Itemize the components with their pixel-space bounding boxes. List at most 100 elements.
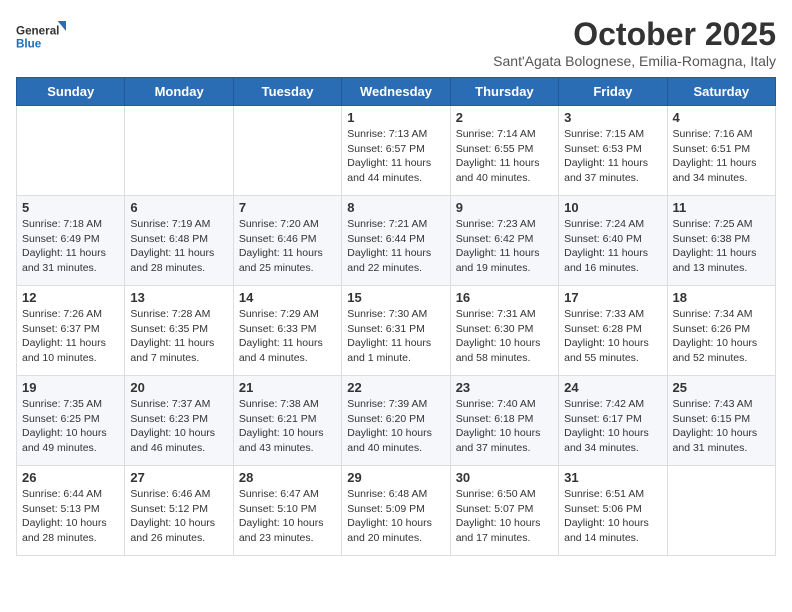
cell-daylight-info: Sunrise: 6:51 AM Sunset: 5:06 PM Dayligh… <box>564 487 661 546</box>
weekday-header: Sunday <box>17 78 125 106</box>
logo: General Blue <box>16 16 66 56</box>
cell-daylight-info: Sunrise: 7:38 AM Sunset: 6:21 PM Dayligh… <box>239 397 336 456</box>
weekday-header: Thursday <box>450 78 558 106</box>
cell-daylight-info: Sunrise: 7:20 AM Sunset: 6:46 PM Dayligh… <box>239 217 336 276</box>
calendar-cell: 28Sunrise: 6:47 AM Sunset: 5:10 PM Dayli… <box>233 466 341 556</box>
day-number: 8 <box>347 200 444 215</box>
day-number: 3 <box>564 110 661 125</box>
calendar-cell: 15Sunrise: 7:30 AM Sunset: 6:31 PM Dayli… <box>342 286 450 376</box>
cell-daylight-info: Sunrise: 7:35 AM Sunset: 6:25 PM Dayligh… <box>22 397 119 456</box>
cell-daylight-info: Sunrise: 7:31 AM Sunset: 6:30 PM Dayligh… <box>456 307 553 366</box>
weekday-header: Wednesday <box>342 78 450 106</box>
calendar-cell: 31Sunrise: 6:51 AM Sunset: 5:06 PM Dayli… <box>559 466 667 556</box>
day-number: 19 <box>22 380 119 395</box>
cell-daylight-info: Sunrise: 7:24 AM Sunset: 6:40 PM Dayligh… <box>564 217 661 276</box>
day-number: 30 <box>456 470 553 485</box>
calendar-cell: 16 Sunrise: 7:31 AM Sunset: 6:30 PM Dayli… <box>450 286 558 376</box>
day-number: 16 <box>456 290 553 305</box>
day-number: 7 <box>239 200 336 215</box>
cell-daylight-info: Sunrise: 7:30 AM Sunset: 6:31 PM Dayligh… <box>347 307 444 366</box>
cell-daylight-info: Sunrise: 7:13 AM Sunset: 6:57 PM Dayligh… <box>347 127 444 186</box>
day-number: 22 <box>347 380 444 395</box>
cell-daylight-info: Sunrise: 7:19 AM Sunset: 6:48 PM Dayligh… <box>130 217 227 276</box>
calendar-cell: 25 Sunrise: 7:43 AM Sunset: 6:15 PM Dayli… <box>667 376 775 466</box>
day-number: 27 <box>130 470 227 485</box>
calendar-cell <box>17 106 125 196</box>
day-number: 12 <box>22 290 119 305</box>
calendar-cell: 8 Sunrise: 7:21 AM Sunset: 6:44 PM Daylig… <box>342 196 450 286</box>
cell-daylight-info: Sunrise: 7:39 AM Sunset: 6:20 PM Dayligh… <box>347 397 444 456</box>
calendar-cell: 12Sunrise: 7:26 AM Sunset: 6:37 PM Dayli… <box>17 286 125 376</box>
calendar-cell: 18 Sunrise: 7:34 AM Sunset: 6:26 PM Dayli… <box>667 286 775 376</box>
weekday-header: Monday <box>125 78 233 106</box>
page-header: General Blue October 2025 Sant'Agata Bol… <box>16 16 776 69</box>
day-number: 6 <box>130 200 227 215</box>
cell-daylight-info: Sunrise: 7:16 AM Sunset: 6:51 PM Dayligh… <box>673 127 770 186</box>
calendar-cell <box>125 106 233 196</box>
cell-daylight-info: Sunrise: 7:42 AM Sunset: 6:17 PM Dayligh… <box>564 397 661 456</box>
cell-daylight-info: Sunrise: 7:33 AM Sunset: 6:28 PM Dayligh… <box>564 307 661 366</box>
svg-text:Blue: Blue <box>16 38 42 51</box>
calendar-week-row: 5 Sunrise: 7:18 AM Sunset: 6:49 PM Daylig… <box>17 196 776 286</box>
calendar-cell: 11Sunrise: 7:25 AM Sunset: 6:38 PM Dayli… <box>667 196 775 286</box>
calendar-cell <box>233 106 341 196</box>
day-number: 5 <box>22 200 119 215</box>
day-number: 21 <box>239 380 336 395</box>
weekday-header-row: SundayMondayTuesdayWednesdayThursdayFrid… <box>17 78 776 106</box>
logo-icon: General Blue <box>16 16 66 56</box>
cell-daylight-info: Sunrise: 7:25 AM Sunset: 6:38 PM Dayligh… <box>673 217 770 276</box>
cell-daylight-info: Sunrise: 7:14 AM Sunset: 6:55 PM Dayligh… <box>456 127 553 186</box>
calendar-cell: 30 Sunrise: 6:50 AM Sunset: 5:07 PM Dayli… <box>450 466 558 556</box>
calendar-week-row: 12Sunrise: 7:26 AM Sunset: 6:37 PM Dayli… <box>17 286 776 376</box>
cell-daylight-info: Sunrise: 7:23 AM Sunset: 6:42 PM Dayligh… <box>456 217 553 276</box>
day-number: 10 <box>564 200 661 215</box>
day-number: 18 <box>673 290 770 305</box>
calendar-cell: 6 Sunrise: 7:19 AM Sunset: 6:48 PM Daylig… <box>125 196 233 286</box>
calendar-cell: 23Sunrise: 7:40 AM Sunset: 6:18 PM Dayli… <box>450 376 558 466</box>
svg-text:General: General <box>16 24 59 37</box>
calendar-cell: 13 Sunrise: 7:28 AM Sunset: 6:35 PM Dayli… <box>125 286 233 376</box>
location: Sant'Agata Bolognese, Emilia-Romagna, It… <box>493 53 776 69</box>
weekday-header: Saturday <box>667 78 775 106</box>
cell-daylight-info: Sunrise: 7:15 AM Sunset: 6:53 PM Dayligh… <box>564 127 661 186</box>
calendar-cell: 5 Sunrise: 7:18 AM Sunset: 6:49 PM Daylig… <box>17 196 125 286</box>
day-number: 1 <box>347 110 444 125</box>
day-number: 20 <box>130 380 227 395</box>
cell-daylight-info: Sunrise: 6:46 AM Sunset: 5:12 PM Dayligh… <box>130 487 227 546</box>
day-number: 17 <box>564 290 661 305</box>
calendar-cell: 7 Sunrise: 7:20 AM Sunset: 6:46 PM Daylig… <box>233 196 341 286</box>
calendar-cell: 20 Sunrise: 7:37 AM Sunset: 6:23 PM Dayli… <box>125 376 233 466</box>
day-number: 9 <box>456 200 553 215</box>
calendar-cell: 14 Sunrise: 7:29 AM Sunset: 6:33 PM Dayli… <box>233 286 341 376</box>
calendar-cell: 4Sunrise: 7:16 AM Sunset: 6:51 PM Daylig… <box>667 106 775 196</box>
calendar-cell: 2 Sunrise: 7:14 AM Sunset: 6:55 PM Daylig… <box>450 106 558 196</box>
day-number: 2 <box>456 110 553 125</box>
cell-daylight-info: Sunrise: 6:48 AM Sunset: 5:09 PM Dayligh… <box>347 487 444 546</box>
calendar-cell: 3 Sunrise: 7:15 AM Sunset: 6:53 PM Daylig… <box>559 106 667 196</box>
calendar-table: SundayMondayTuesdayWednesdayThursdayFrid… <box>16 77 776 556</box>
weekday-header: Friday <box>559 78 667 106</box>
calendar-cell: 17 Sunrise: 7:33 AM Sunset: 6:28 PM Dayli… <box>559 286 667 376</box>
cell-daylight-info: Sunrise: 7:18 AM Sunset: 6:49 PM Dayligh… <box>22 217 119 276</box>
weekday-header: Tuesday <box>233 78 341 106</box>
calendar-cell: 21 Sunrise: 7:38 AM Sunset: 6:21 PM Dayli… <box>233 376 341 466</box>
cell-daylight-info: Sunrise: 7:43 AM Sunset: 6:15 PM Dayligh… <box>673 397 770 456</box>
day-number: 25 <box>673 380 770 395</box>
title-block: October 2025 Sant'Agata Bolognese, Emili… <box>493 16 776 69</box>
calendar-week-row: 1 Sunrise: 7:13 AM Sunset: 6:57 PM Daylig… <box>17 106 776 196</box>
calendar-cell: 19 Sunrise: 7:35 AM Sunset: 6:25 PM Dayli… <box>17 376 125 466</box>
calendar-cell <box>667 466 775 556</box>
cell-daylight-info: Sunrise: 7:34 AM Sunset: 6:26 PM Dayligh… <box>673 307 770 366</box>
day-number: 13 <box>130 290 227 305</box>
calendar-cell: 26Sunrise: 6:44 AM Sunset: 5:13 PM Dayli… <box>17 466 125 556</box>
cell-daylight-info: Sunrise: 7:21 AM Sunset: 6:44 PM Dayligh… <box>347 217 444 276</box>
cell-daylight-info: Sunrise: 6:50 AM Sunset: 5:07 PM Dayligh… <box>456 487 553 546</box>
calendar-cell: 10 Sunrise: 7:24 AM Sunset: 6:40 PM Dayli… <box>559 196 667 286</box>
cell-daylight-info: Sunrise: 7:40 AM Sunset: 6:18 PM Dayligh… <box>456 397 553 456</box>
day-number: 14 <box>239 290 336 305</box>
calendar-cell: 24Sunrise: 7:42 AM Sunset: 6:17 PM Dayli… <box>559 376 667 466</box>
cell-daylight-info: Sunrise: 7:28 AM Sunset: 6:35 PM Dayligh… <box>130 307 227 366</box>
calendar-cell: 29Sunrise: 6:48 AM Sunset: 5:09 PM Dayli… <box>342 466 450 556</box>
cell-daylight-info: Sunrise: 7:29 AM Sunset: 6:33 PM Dayligh… <box>239 307 336 366</box>
cell-daylight-info: Sunrise: 7:37 AM Sunset: 6:23 PM Dayligh… <box>130 397 227 456</box>
